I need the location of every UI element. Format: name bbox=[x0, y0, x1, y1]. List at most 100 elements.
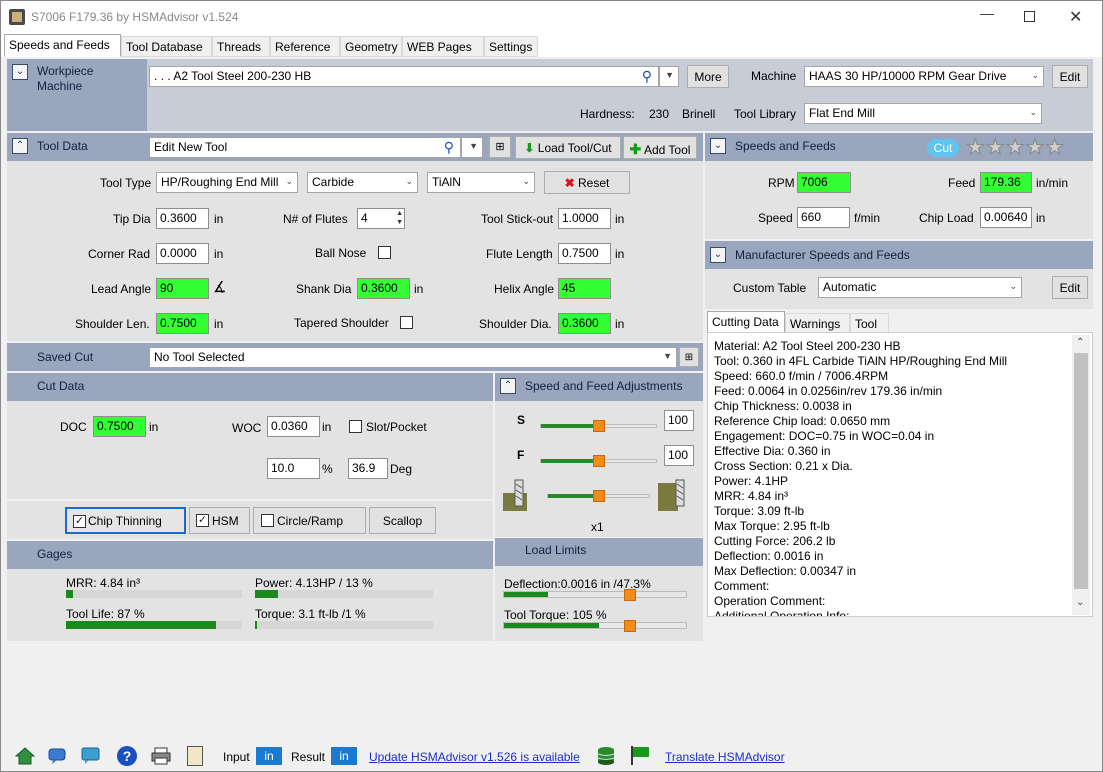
result-units-toggle[interactable]: in bbox=[331, 747, 357, 765]
maximize-icon[interactable] bbox=[1024, 11, 1035, 22]
tapered-shoulder-label: Tapered Shoulder bbox=[294, 316, 389, 330]
machine-select[interactable]: HAAS 30 HP/10000 RPM Gear Drive ⌄ bbox=[804, 66, 1044, 87]
close-icon[interactable]: ✕ bbox=[1069, 7, 1082, 27]
corner-rad-input[interactable]: 0.0000 bbox=[156, 243, 209, 264]
speed-slider-thumb[interactable] bbox=[592, 420, 605, 432]
slot-pocket-checkbox[interactable] bbox=[349, 420, 362, 433]
reset-button[interactable]: ✖ Reset bbox=[544, 171, 630, 194]
collapse-speeds-feeds-button[interactable]: ⌄ bbox=[710, 138, 726, 154]
print-icon[interactable] bbox=[151, 747, 171, 765]
rating-stars-icon[interactable]: ★★★★★ bbox=[965, 135, 1065, 160]
chip-load-input[interactable]: 0.00640 bbox=[980, 207, 1032, 228]
shank-dia-input[interactable]: 0.3600 bbox=[357, 278, 410, 299]
shoulder-dia-input[interactable]: 0.3600 bbox=[558, 313, 611, 334]
chip-thinning-button[interactable]: ✓ Chip Thinning bbox=[65, 507, 186, 534]
speed-slider[interactable] bbox=[540, 420, 657, 432]
woc-input[interactable]: 0.0360 bbox=[267, 416, 320, 437]
tool-options-button[interactable]: ⊞ bbox=[489, 136, 511, 158]
chip-thinning-label: Chip Thinning bbox=[88, 514, 162, 528]
update-link[interactable]: Update HSMAdvisor v1.526 is available bbox=[369, 750, 580, 764]
rpm-input[interactable]: 7006 bbox=[797, 172, 851, 193]
edit-machine-button[interactable]: Edit bbox=[1052, 65, 1088, 88]
collapse-manufacturer-button[interactable]: ⌄ bbox=[710, 247, 726, 263]
cut-badge[interactable]: Cut bbox=[927, 139, 959, 157]
chat-icon[interactable] bbox=[48, 747, 68, 765]
lead-angle-input[interactable]: 90 bbox=[156, 278, 209, 299]
feed-slider-thumb[interactable] bbox=[592, 455, 605, 467]
tapered-shoulder-checkbox[interactable] bbox=[400, 316, 413, 329]
circle-ramp-button[interactable]: Circle/Ramp bbox=[253, 507, 366, 534]
tab-warnings[interactable]: Warnings bbox=[785, 313, 850, 333]
tab-reference[interactable]: Reference bbox=[270, 36, 340, 57]
tab-cutting-data[interactable]: Cutting Data bbox=[707, 311, 785, 333]
tab-tool[interactable]: Tool bbox=[850, 313, 889, 333]
engagement-slider[interactable] bbox=[547, 490, 650, 502]
flutes-stepper[interactable]: 4 ▲ ▼ bbox=[357, 208, 405, 229]
scroll-down-icon[interactable]: ⌄ bbox=[1076, 597, 1084, 608]
tool-name-field[interactable]: Edit New Tool ⚲ bbox=[149, 137, 461, 158]
engagement-slider-thumb[interactable] bbox=[592, 490, 605, 502]
engagement-angle-input[interactable]: 36.9 bbox=[348, 458, 388, 479]
help-icon[interactable]: ? bbox=[117, 746, 137, 766]
material-dropdown-button[interactable]: ▼ bbox=[659, 66, 679, 87]
circle-ramp-checkbox[interactable] bbox=[261, 514, 274, 527]
stepper-arrows-icon[interactable]: ▲ ▼ bbox=[396, 209, 403, 227]
tool-options-icon: ⊞ bbox=[495, 141, 505, 153]
collapse-tool-data-button[interactable]: ⌃ bbox=[12, 138, 28, 154]
translate-link[interactable]: Translate HSMAdvisor bbox=[665, 750, 785, 764]
home-icon[interactable] bbox=[14, 747, 36, 765]
tool-type-select[interactable]: HP/Roughing End Mill ⌄ bbox=[156, 172, 298, 193]
tool-dropdown-button[interactable]: ▼ bbox=[461, 137, 483, 158]
chip-thinning-checkbox[interactable]: ✓ bbox=[73, 515, 86, 528]
tab-threads[interactable]: Threads bbox=[212, 36, 270, 57]
material-selector[interactable]: . . . A2 Tool Steel 200-230 HB ⚲ bbox=[149, 66, 659, 87]
minimize-icon[interactable]: — bbox=[980, 6, 994, 23]
input-units-toggle[interactable]: in bbox=[256, 747, 282, 765]
speed-input[interactable]: 660 bbox=[797, 207, 850, 228]
cutting-data-line: Reference Chip load: 0.0650 mm bbox=[714, 414, 891, 428]
stickout-input[interactable]: 1.0000 bbox=[558, 208, 611, 229]
feed-slider[interactable] bbox=[540, 455, 657, 467]
hsm-checkbox[interactable]: ✓ bbox=[196, 514, 209, 527]
scrollbar-thumb[interactable] bbox=[1074, 353, 1088, 589]
tab-geometry[interactable]: Geometry bbox=[340, 36, 402, 57]
more-button[interactable]: More bbox=[687, 65, 729, 88]
flag-icon[interactable] bbox=[629, 745, 651, 765]
scallop-button[interactable]: Scallop bbox=[369, 507, 436, 534]
tab-web-pages[interactable]: WEB Pages bbox=[402, 36, 484, 57]
coating-select[interactable]: TiAlN ⌄ bbox=[427, 172, 535, 193]
search-icon[interactable]: ⚲ bbox=[642, 68, 652, 85]
tab-tool-database[interactable]: Tool Database bbox=[121, 36, 212, 57]
helix-input[interactable]: 45 bbox=[558, 278, 611, 299]
notes-icon[interactable] bbox=[187, 746, 203, 766]
collapse-adjustments-button[interactable]: ⌃ bbox=[500, 378, 516, 394]
comment-icon[interactable] bbox=[81, 747, 101, 765]
saved-cut-options-button[interactable]: ⊞ bbox=[679, 347, 699, 367]
flute-length-input[interactable]: 0.7500 bbox=[558, 243, 611, 264]
doc-input[interactable]: 0.7500 bbox=[93, 416, 146, 437]
tool-library-select[interactable]: Flat End Mill ⌄ bbox=[804, 103, 1042, 124]
saved-cut-select[interactable]: No Tool Selected ▼ bbox=[149, 347, 677, 368]
load-tool-button[interactable]: ⬇ Load Tool/Cut bbox=[515, 136, 621, 159]
hsm-button[interactable]: ✓ HSM bbox=[189, 507, 250, 534]
feed-input[interactable]: 179.36 bbox=[980, 172, 1032, 193]
edit-custom-table-button[interactable]: Edit bbox=[1052, 276, 1088, 299]
custom-table-select[interactable]: Automatic ⌄ bbox=[818, 277, 1022, 298]
add-tool-button[interactable]: ✚ Add Tool bbox=[623, 136, 697, 159]
tip-dia-input[interactable]: 0.3600 bbox=[156, 208, 209, 229]
tab-speeds-and-feeds[interactable]: Speeds and Feeds bbox=[4, 34, 121, 57]
database-icon[interactable] bbox=[596, 746, 616, 766]
woc-label: WOC bbox=[232, 421, 262, 435]
shoulder-len-input[interactable]: 0.7500 bbox=[156, 313, 209, 334]
woc-percent-input[interactable]: 10.0 bbox=[267, 458, 320, 479]
speed-adjust-input[interactable]: 100 bbox=[664, 410, 694, 431]
tab-settings[interactable]: Settings bbox=[484, 36, 538, 57]
collapse-workpiece-button[interactable]: ⌄ bbox=[12, 64, 28, 80]
tool-search-icon[interactable]: ⚲ bbox=[444, 139, 454, 156]
ball-nose-checkbox[interactable] bbox=[378, 246, 391, 259]
feed-adjust-input[interactable]: 100 bbox=[664, 445, 694, 466]
scroll-up-icon[interactable]: ⌃ bbox=[1076, 337, 1084, 348]
deflection-gage bbox=[503, 591, 687, 598]
scrollbar[interactable]: ⌃ ⌄ bbox=[1072, 335, 1090, 615]
tool-material-select[interactable]: Carbide ⌄ bbox=[307, 172, 418, 193]
